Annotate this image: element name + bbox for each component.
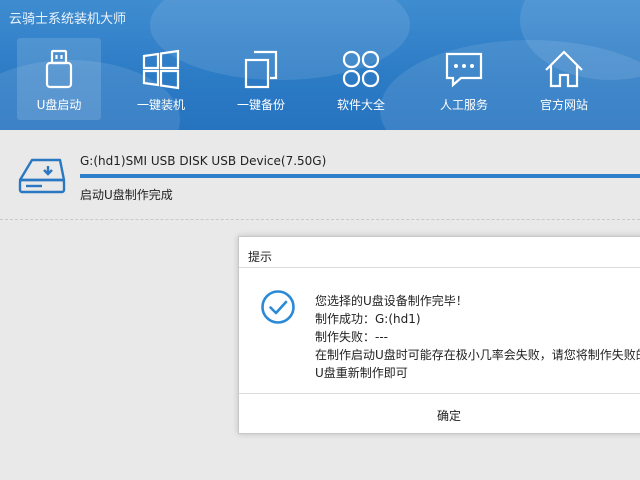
dialog-title: 提示	[248, 250, 273, 264]
progress-fill	[80, 174, 640, 178]
app-title: 云骑士系统装机大师	[9, 12, 127, 27]
backup-copy-icon	[240, 48, 282, 90]
nav-item-usb-boot[interactable]: U盘启动	[17, 38, 101, 120]
dialog-message-line: U盘重新制作即可	[315, 366, 408, 380]
nav-label: U盘启动	[36, 98, 82, 112]
dialog-message-line: 制作成功：G:(hd1)	[315, 312, 421, 326]
apps-grid-icon	[340, 48, 382, 90]
divider	[0, 219, 640, 220]
nav-label: 人工服务	[439, 98, 488, 112]
ok-button[interactable]: 确定	[429, 405, 469, 426]
nav-item-support[interactable]: 人工服务	[422, 38, 506, 120]
success-check-icon	[260, 289, 296, 325]
nav-item-one-click-backup[interactable]: 一键备份	[219, 38, 303, 120]
nav-label: 一键备份	[236, 98, 285, 112]
dialog-title-bar: 提示	[239, 237, 640, 268]
device-name: G:(hd1)SMI USB DISK USB Device(7.50G)	[80, 154, 327, 168]
home-icon	[543, 48, 585, 90]
windows-icon	[140, 48, 182, 90]
usb-drive-icon	[38, 48, 80, 90]
dialog-message-line: 您选择的U盘设备制作完毕！	[315, 294, 468, 308]
chat-bubble-icon	[443, 48, 485, 90]
hard-drive-icon	[18, 156, 66, 196]
device-status: 启动U盘制作完成	[80, 188, 173, 202]
progress-bar	[80, 174, 640, 178]
main-nav: U盘启动 一键装机 一键备份 软件大全 人工服务 官方网站	[0, 36, 640, 120]
device-row: G:(hd1)SMI USB DISK USB Device(7.50G) 启动…	[0, 130, 640, 220]
nav-item-software[interactable]: 软件大全	[319, 38, 403, 120]
dialog-footer: 确定	[239, 393, 640, 435]
nav-label: 一键装机	[136, 98, 185, 112]
nav-label: 软件大全	[336, 98, 385, 112]
nav-item-website[interactable]: 官方网站	[522, 38, 606, 120]
nav-item-one-click-install[interactable]: 一键装机	[119, 38, 203, 120]
dialog-message-line: 在制作启动U盘时可能存在极小几率会失败，请您将制作失败的	[315, 348, 640, 362]
app-header: 云骑士系统装机大师 U盘启动 一键装机 一键备份 软件大全 人工服务 官方网站	[0, 0, 640, 130]
nav-label: 官方网站	[539, 98, 588, 112]
dialog-message-line: 制作失败：---	[315, 330, 388, 344]
result-dialog: 提示 您选择的U盘设备制作完毕！ 制作成功：G:(hd1) 制作失败：--- 在…	[238, 236, 640, 434]
